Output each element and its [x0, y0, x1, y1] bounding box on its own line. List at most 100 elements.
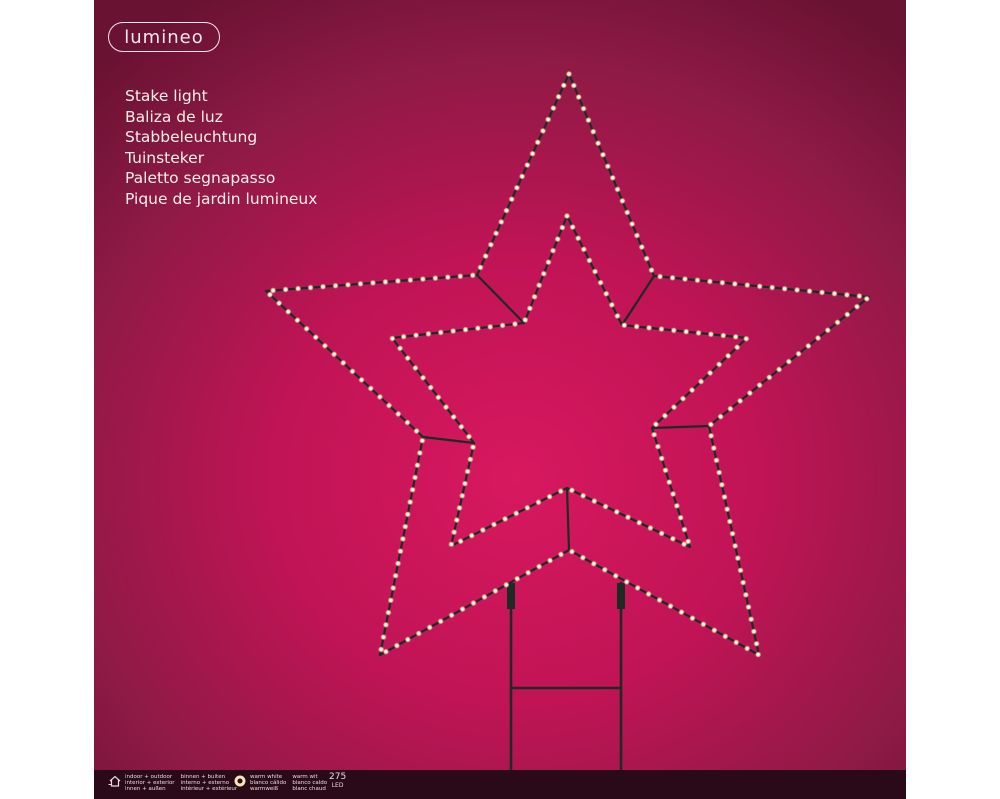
led-light	[628, 220, 636, 228]
led-light	[468, 532, 475, 539]
led-light	[715, 361, 723, 368]
led-light	[539, 127, 547, 135]
led-light	[619, 197, 626, 205]
led-light	[726, 518, 734, 525]
led-light	[669, 490, 677, 498]
led-light	[747, 616, 755, 623]
led-light	[719, 279, 726, 286]
led-light	[529, 150, 536, 157]
led-light	[744, 281, 751, 289]
led-count: 275	[329, 772, 347, 782]
led-light	[397, 547, 404, 555]
led-light	[678, 608, 685, 616]
led-light	[535, 499, 542, 506]
led-light	[377, 646, 385, 653]
led-light	[534, 139, 541, 146]
led-light	[601, 566, 609, 573]
led-light	[358, 376, 365, 384]
led-light	[599, 151, 607, 158]
led-light	[479, 526, 487, 534]
led-light	[700, 621, 707, 628]
led-light	[658, 455, 665, 462]
led-light	[437, 618, 444, 625]
outer-star-outline	[264, 72, 871, 657]
led-light	[624, 514, 632, 521]
led-light	[330, 351, 338, 358]
led-light	[720, 332, 727, 339]
led-light	[492, 230, 500, 237]
led-light	[609, 174, 616, 182]
led-light	[756, 283, 763, 290]
led-light	[385, 402, 393, 409]
led-light	[462, 326, 469, 333]
led-light	[624, 209, 631, 216]
led-light	[465, 433, 473, 440]
led-light	[414, 462, 421, 469]
led-light	[658, 530, 665, 537]
led-light	[557, 551, 565, 558]
led-light	[481, 593, 488, 601]
led-light	[312, 334, 319, 341]
led-light	[781, 285, 788, 292]
led-light	[303, 325, 310, 332]
led-light	[575, 93, 582, 101]
led-light	[459, 605, 466, 613]
led-light	[402, 523, 409, 530]
led-light	[392, 572, 399, 579]
led-light	[453, 516, 460, 524]
light-color-fr: blanc chaud	[292, 786, 326, 792]
led-light	[393, 642, 401, 649]
led-light	[419, 437, 426, 444]
led-light	[706, 278, 714, 285]
led-light	[442, 403, 450, 411]
led-light	[400, 333, 407, 340]
led-light	[394, 277, 402, 285]
led-light	[544, 116, 552, 123]
led-light	[565, 70, 573, 78]
led-light	[524, 504, 531, 512]
led-light	[706, 369, 714, 377]
led-light	[677, 514, 684, 521]
led-light	[518, 173, 526, 180]
led-light	[319, 283, 327, 290]
led-light	[775, 366, 783, 373]
led-light	[501, 515, 509, 523]
led-light	[513, 184, 521, 191]
led-light	[579, 492, 587, 499]
led-light	[461, 480, 469, 487]
led-light	[412, 332, 420, 339]
led-light	[863, 295, 870, 302]
led-light	[524, 161, 531, 169]
led-light	[623, 578, 630, 586]
led-light	[469, 443, 477, 451]
led-light	[449, 327, 457, 335]
led-light	[681, 526, 688, 533]
led-light	[555, 93, 562, 100]
led-light	[650, 431, 658, 438]
led-light	[394, 560, 402, 567]
usage-fr: intérieur + extérieur	[180, 786, 238, 792]
led-light	[742, 591, 750, 599]
led-light	[550, 104, 557, 112]
led-light	[535, 563, 543, 570]
led-light	[467, 456, 474, 463]
led-light	[621, 322, 628, 329]
led-light	[285, 308, 292, 315]
led-light	[546, 557, 554, 564]
led-light	[739, 579, 747, 586]
led-light	[661, 412, 669, 419]
led-light	[673, 502, 681, 510]
led-light	[411, 474, 419, 481]
led-light	[382, 278, 389, 286]
led-light	[503, 581, 510, 589]
led-light	[399, 535, 407, 543]
led-light	[612, 572, 619, 580]
led-light	[448, 541, 455, 548]
led-light	[695, 329, 702, 337]
led-light	[707, 432, 715, 440]
led-light	[407, 276, 414, 284]
led-light	[647, 524, 654, 532]
led-light	[508, 195, 515, 203]
led-light	[568, 548, 576, 555]
led-light	[645, 590, 652, 598]
